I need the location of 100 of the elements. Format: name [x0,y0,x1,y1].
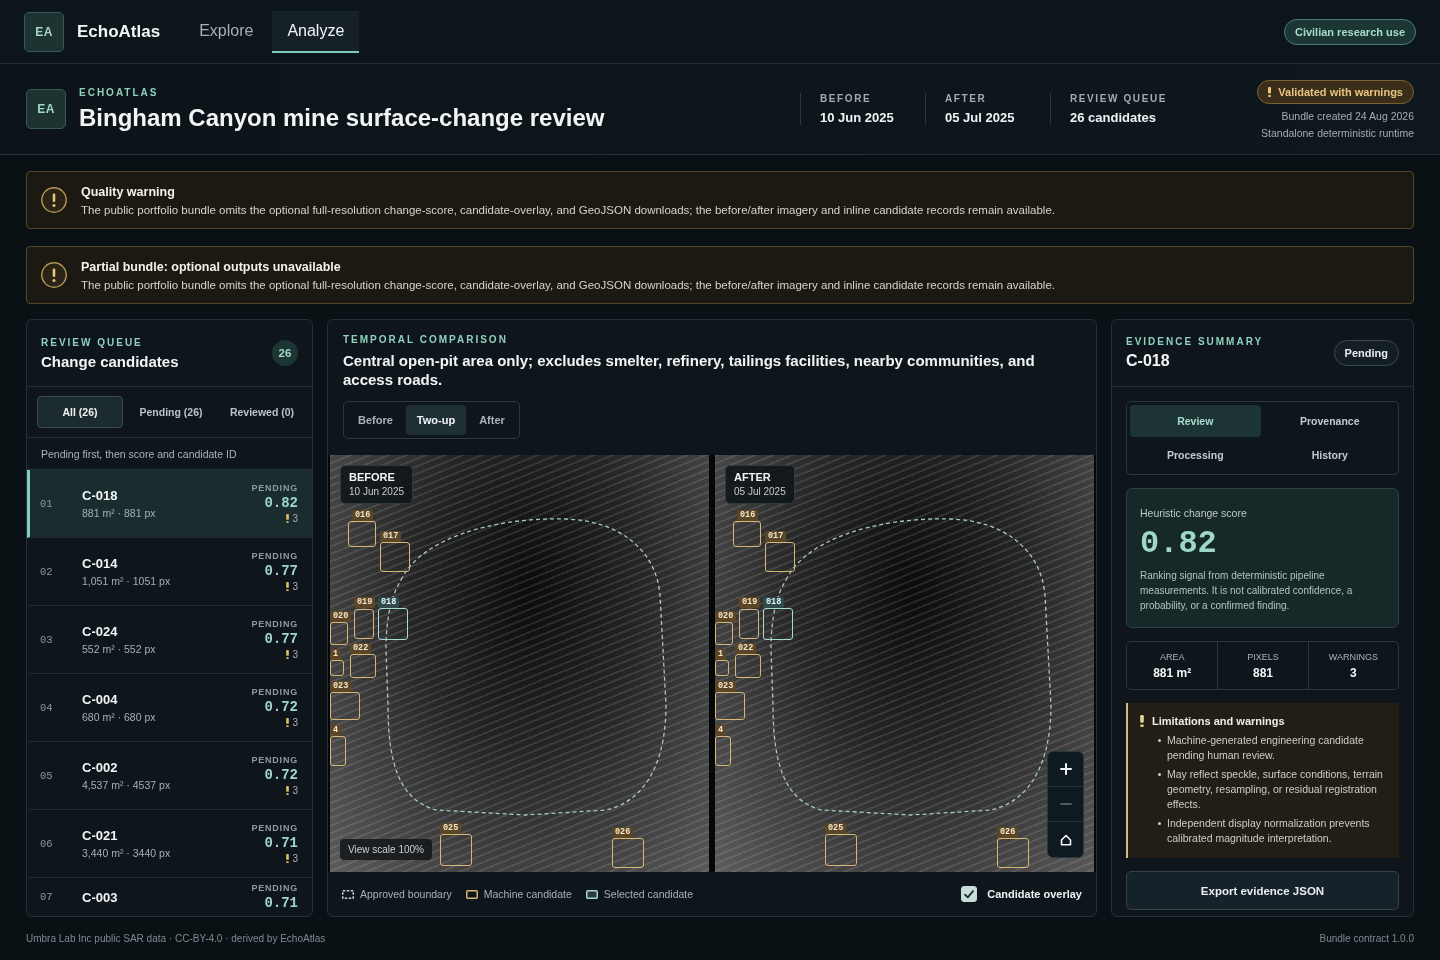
row-index: 06 [40,837,54,850]
candidate-row[interactable]: 04 C-004 680 m² · 680 px PENDING 0.72 3 [27,674,312,742]
exclamation-icon [286,514,290,523]
score-note: Ranking signal from deterministic pipeline measurements. It is not calibrated confidence, a probability, or a confirmed finding. [1140,569,1354,613]
candidate-label: 023 [715,681,737,692]
count-badge: 26 [272,340,298,366]
meta-value: 26 candidates [1070,110,1157,125]
meta-value: 10 Jun 2025 [820,110,895,125]
exclamation-icon [1268,86,1272,97]
meta-label: BEFORE [820,93,873,104]
status-label: PENDING [251,551,298,561]
candidate-id: C-014 [82,556,119,571]
candidate-label: 022 [350,643,372,654]
candidate-id: C-021 [82,828,119,843]
candidate-label: 1 [330,649,342,660]
status-label: PENDING [251,823,298,833]
candidate-label: 016 [737,510,759,521]
candidate-size: 1,051 m² · 1051 px [82,575,171,587]
eyebrow-label: ECHOATLAS [79,86,160,98]
banner-text: The public portfolio bundle omits the optional full-resolution change-score, candidate-overlay, and GeoJSON downloads; the before/after imagery and inline candidate records remain available. [81,278,1055,291]
evidence-tab[interactable]: History [1264,439,1395,471]
candidate-label: 025 [825,823,847,834]
candidate-label: 026 [612,827,634,838]
row-index: 04 [40,701,54,714]
warning-count: 3 [292,649,298,660]
evidence-tab[interactable]: Provenance [1264,405,1395,437]
evidence-tab[interactable]: Processing [1130,439,1261,471]
bullet-icon [1158,773,1161,776]
pane-date: 10 Jun 2025 [349,486,405,497]
candidate-row[interactable]: 07 C-003 PENDING 0.71 [27,878,312,916]
nav-tab[interactable]: Explore [184,10,269,53]
exclamation-icon [1140,715,1144,727]
row-index: 03 [40,633,54,646]
candidate-size: 552 m² · 552 px [82,643,156,655]
banner-title: Partial bundle: optional outputs unavailable [81,259,342,274]
stat-label: PIXELS [1247,651,1279,662]
candidate-label: 020 [715,611,737,622]
candidate-label: 018 [378,597,400,608]
square-outline-icon [585,889,598,899]
view-mode-tab[interactable]: Before [347,405,404,435]
page-title: Bingham Canyon mine surface-change review [79,103,606,132]
export-button[interactable]: Export evidence JSON [1126,871,1399,910]
meta-label: AFTER [945,93,988,104]
limitations-title: Limitations and warnings [1152,715,1285,727]
exclamation-icon [286,650,290,659]
candidate-label: 020 [330,611,352,622]
legend-label: Machine candidate [483,888,572,900]
view-mode-tab[interactable]: After [468,405,516,435]
candidate-box[interactable] [330,736,346,766]
candidate-row[interactable]: 01 C-018 881 m² · 881 px PENDING 0.82 3 [27,470,312,538]
exclamation-icon [286,718,290,727]
candidate-id: C-024 [82,624,119,639]
evidence-tab[interactable]: Review [1130,405,1261,437]
candidate-id: C-003 [82,889,118,905]
bullet-icon [1158,822,1161,825]
filter-tab[interactable]: Pending (26) [128,396,214,428]
brand-name: EchoAtlas [77,21,161,42]
candidate-box[interactable] [715,736,731,766]
banner-title: Quality warning [81,184,176,199]
eyebrow-label: TEMPORAL COMPARISON [343,334,509,345]
score-label: Heuristic change score [1140,507,1248,519]
limitation-text: May reflect speckle, surface conditions, terrain geometry, resampling, or residual registration effects. [1167,767,1384,812]
score-value: 0.72 [264,767,298,783]
row-index: 02 [40,565,54,578]
candidate-size: 881 m² · 881 px [82,507,156,519]
candidate-label: 017 [380,531,402,542]
candidate-row[interactable]: 02 C-014 1,051 m² · 1051 px PENDING 0.77 3 [27,538,312,606]
warning-icon [41,262,67,288]
candidate-row[interactable]: 05 C-002 4,537 m² · 4537 px PENDING 0.72 3 [27,742,312,810]
home-icon [1059,833,1072,846]
pane-title: BEFORE [349,471,396,483]
exclamation-icon [286,854,290,863]
status-label: PENDING [251,687,298,697]
plus-icon [1059,763,1072,775]
stat-value: 881 m² [1153,665,1192,680]
overlay-checkbox[interactable] [961,886,978,902]
candidate-size: 3,440 m² · 3440 px [82,847,171,859]
warning-count: 3 [292,513,298,524]
nav-tab[interactable]: Analyze [272,10,360,53]
candidate-label: 016 [352,510,374,521]
candidate-label: 019 [739,597,761,608]
candidate-id: C-018 [82,488,119,503]
status-badge: Pending [1333,340,1399,366]
candidate-box[interactable] [354,609,374,639]
candidate-row[interactable]: 03 C-024 552 m² · 552 px PENDING 0.77 3 [27,606,312,674]
candidate-box[interactable] [739,609,759,639]
candidate-size: 680 m² · 680 px [82,711,156,723]
warning-count: 3 [292,717,298,728]
stat-label: AREA [1159,651,1185,662]
score-value: 0.82 [264,495,298,511]
row-index: 07 [40,891,54,903]
filter-tab[interactable]: Reviewed (0) [219,396,305,428]
filter-tab[interactable]: All (26) [37,396,123,428]
exclamation-icon [286,786,290,795]
candidate-row[interactable]: 06 C-021 3,440 m² · 3440 px PENDING 0.71 3 [27,810,312,878]
score-value: 0.71 [264,835,298,851]
view-scale-label: View scale 100% [340,839,432,860]
candidate-id: C-004 [82,692,119,707]
limitation-text: Machine-generated engineering candidate pending human review. [1167,733,1365,763]
view-mode-tab[interactable]: Two-up [405,405,467,435]
